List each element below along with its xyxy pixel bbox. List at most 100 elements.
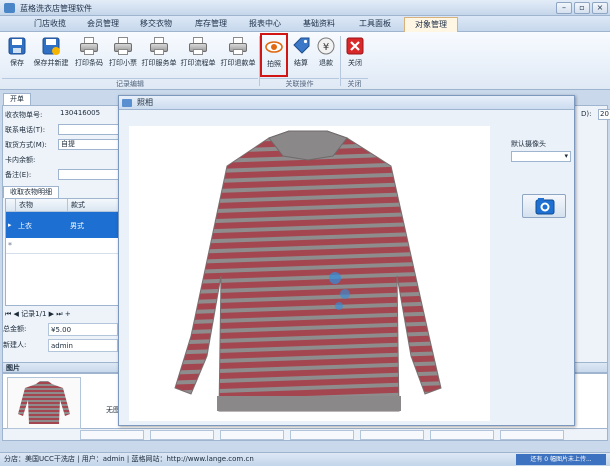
pager-last-icon[interactable]: ⏭ [56,310,62,318]
svg-text:¥: ¥ [323,42,329,53]
picture-slot[interactable] [150,430,214,440]
date-label: D): [581,110,592,118]
floppy-icon [7,36,27,56]
save-and-new-label: 保存并新建 [33,59,69,67]
total-amount-row: 总金额: ¥5.00 [3,323,121,337]
tag-icon [291,36,311,56]
print-barcode-label: 打印条码 [75,59,103,67]
menu-tab-tools[interactable]: 工具面板 [350,17,400,32]
tab-new-order[interactable]: 开单 [3,93,31,105]
camera-icon [535,198,555,215]
menu-tab-basic-data[interactable]: 基础资料 [294,17,344,32]
menu-tab-objects[interactable]: 对象管理 [404,17,458,32]
picture-slot[interactable] [80,430,144,440]
menu-tab-transfer[interactable]: 移交衣物 [131,17,181,32]
phone-label: 联系电话(T): [5,126,46,134]
picture-slot[interactable] [360,430,424,440]
ribbon-group-record: 记录编辑 [2,78,258,88]
pager-first-icon[interactable]: ⏮ [5,310,11,318]
app-icon [4,3,15,13]
menu-tab-members[interactable]: 会员管理 [78,17,128,32]
floppy-new-icon [41,36,61,56]
print-service-sheet-label: 打印服务单 [141,59,177,67]
printer-icon [188,36,208,56]
grid-pager: ⏮ ◀ 记录1/1 ▶ ⏭ + [5,308,123,320]
total-label: 总金额: [3,325,27,333]
menu-tab-reports[interactable]: 报表中心 [240,17,290,32]
printer-icon [113,36,133,56]
take-photo-button[interactable]: 拍照 [260,33,288,77]
print-receipt-button[interactable]: 打印小票 [107,34,139,76]
capture-button[interactable] [522,194,566,218]
save-and-new-button[interactable]: 保存并新建 [31,34,71,76]
pager-next-icon[interactable]: ▶ [49,310,54,318]
grid-header-item[interactable]: 衣物 [16,199,68,212]
close-form-label: 关闭 [348,59,362,67]
status-bar: 分店：美国UCC干洗店 | 用户：admin | 蓝格网站：http://www… [0,452,610,466]
tab-clothes-detail[interactable]: 收取衣物明细 [3,186,59,198]
grid-header-style[interactable]: 款式 [68,199,122,212]
date-input[interactable]: 20 [598,109,610,120]
printer-icon [79,36,99,56]
print-process-sheet-label: 打印流程单 [180,59,216,67]
printer-icon [228,36,248,56]
dialog-title-bar[interactable]: 照相 [119,96,574,110]
menu-bar: 门店收揽 会员管理 移交衣物 库存管理 报表中心 基础资料 工具面板 对象管理 [0,16,610,32]
remark-label: 备注(E): [5,171,32,179]
table-row-new[interactable]: * [6,238,122,254]
pager-text: 记录1/1 [21,310,47,318]
creator-label: 新建人: [3,341,27,349]
table-row[interactable]: ▸ 上衣 男式 [6,212,122,238]
ribbon-toolbar: 保存 保存并新建 打印条码 打印小票 打印服务单 打印流程单 打印退款单 拍照 [0,32,610,90]
shirt-thumbnail-image [18,381,70,424]
shirt-photo [174,130,442,412]
eye-camera-icon [264,37,284,57]
status-text: 分店：美国UCC干洗店 | 用户：admin | 蓝格网站：http://www… [4,455,254,463]
row-pointer-icon: ▸ [8,221,12,229]
camera-select[interactable]: ▾ [511,151,571,162]
card-balance-label: 卡内余额: [5,156,36,164]
print-receipt-label: 打印小票 [109,59,137,67]
print-process-sheet-button[interactable]: 打印流程单 [179,34,217,76]
refund-button[interactable]: ¥ 退款 [314,34,338,76]
ribbon-group-related: 关联操作 [260,78,339,88]
print-barcode-button[interactable]: 打印条码 [73,34,105,76]
print-refund-sheet-label: 打印退款单 [220,59,256,67]
camera-preview [129,126,490,421]
settle-label: 结算 [294,59,308,67]
save-label: 保存 [10,59,24,67]
picture-slot[interactable] [500,430,564,440]
picture-slot[interactable] [430,430,494,440]
pager-add-icon[interactable]: + [65,310,71,318]
printer-icon [149,36,169,56]
photo-dialog: 照相 默认摄像头 ▾ [118,95,575,426]
dialog-title: 照相 [137,98,153,107]
print-refund-sheet-button[interactable]: 打印退款单 [219,34,257,76]
photo-thumbnail[interactable] [7,377,81,429]
close-form-button[interactable]: 关闭 [343,34,367,76]
ribbon-group-close: 关闭 [341,78,368,88]
print-service-sheet-button[interactable]: 打印服务单 [140,34,178,76]
order-number-label: 收衣物单号: [5,111,43,119]
cell-item: 上衣 [18,222,32,230]
creator-value: admin [48,339,118,352]
total-value: ¥5.00 [48,323,118,336]
chevron-down-icon: ▾ [564,152,568,160]
pickup-method-label: 取货方式(M): [5,141,47,149]
minimize-button[interactable]: – [556,2,572,14]
save-button[interactable]: 保存 [4,34,30,76]
pager-prev-icon[interactable]: ◀ [14,310,19,318]
picture-slot[interactable] [290,430,354,440]
menu-tab-inventory[interactable]: 库存管理 [186,17,236,32]
settle-button[interactable]: 结算 [289,34,313,76]
menu-tab-store[interactable]: 门店收揽 [24,17,76,32]
take-photo-label: 拍照 [267,60,281,68]
photo-icon [122,99,132,107]
title-bar: 蓝格洗衣店管理软件 – ▫ × [0,0,610,16]
window-title: 蓝格洗衣店管理软件 [20,4,92,13]
picture-slot[interactable] [220,430,284,440]
maximize-button[interactable]: ▫ [574,2,590,14]
new-row-icon: * [8,241,12,250]
close-icon [345,36,365,56]
close-window-button[interactable]: × [592,2,608,14]
